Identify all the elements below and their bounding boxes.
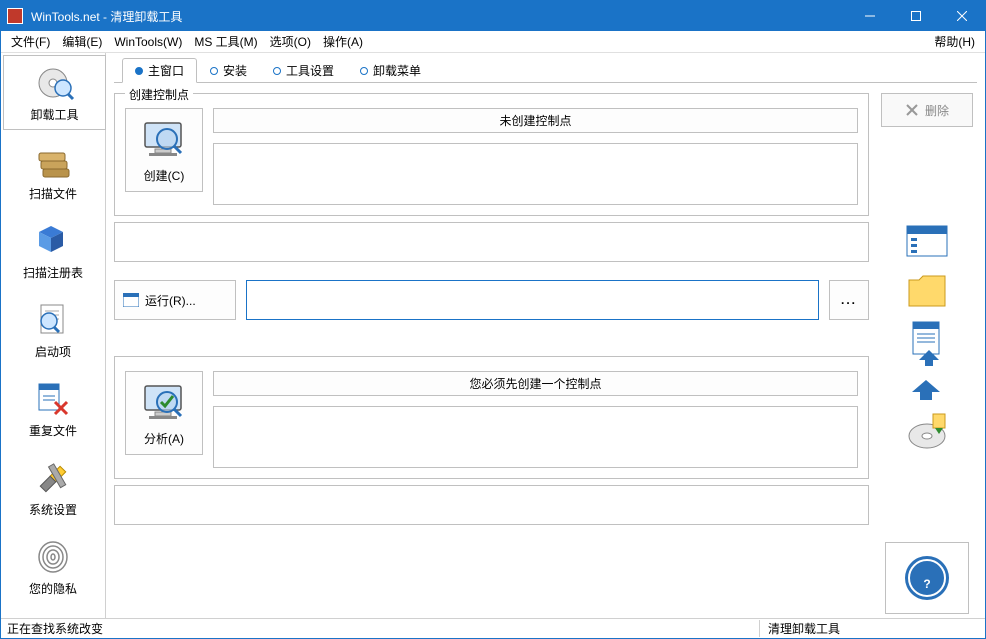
tab-install[interactable]: 安装: [197, 58, 260, 82]
run-button[interactable]: 运行(R)...: [114, 280, 236, 320]
sidebar-item-label: 系统设置: [29, 501, 77, 518]
menu-mstools[interactable]: MS 工具(M): [188, 31, 263, 52]
analyze-status-header: 您必须先创建一个控制点: [213, 371, 858, 396]
create-status-body: [213, 143, 858, 205]
help-icon: ?: [903, 554, 951, 602]
window-icon: [123, 293, 139, 307]
create-button-label: 创建(C): [144, 167, 185, 184]
menu-bar: 文件(F) 编辑(E) WinTools(W) MS 工具(M) 选项(O) 操…: [1, 31, 985, 53]
menu-help[interactable]: 帮助(H): [928, 31, 981, 52]
close-icon: [957, 11, 967, 21]
sidebar-item-label: 扫描文件: [29, 185, 77, 202]
maximize-icon: [911, 11, 921, 21]
sidebar-item-label: 启动项: [35, 343, 71, 360]
menu-edit[interactable]: 编辑(E): [56, 31, 108, 52]
analyze-group: 分析(A) 您必须先创建一个控制点: [114, 356, 869, 479]
tab-label: 卸载菜单: [373, 62, 421, 79]
sidebar: 卸载工具 扫描文件 扫描注册表 启动项 重复文件: [1, 53, 106, 618]
sidebar-item-uninstall[interactable]: 卸载工具: [3, 55, 106, 130]
sidebar-item-duplicates[interactable]: 重复文件: [3, 371, 103, 446]
minimize-button[interactable]: [847, 1, 893, 31]
sidebar-item-scanregistry[interactable]: 扫描注册表: [3, 213, 103, 288]
menu-file[interactable]: 文件(F): [5, 31, 56, 52]
process-diagram: [905, 133, 949, 542]
group-label: 创建控制点: [125, 86, 193, 103]
create-button[interactable]: 创建(C): [125, 108, 203, 192]
maximize-button[interactable]: [893, 1, 939, 31]
tab-indicator-icon: [210, 67, 218, 75]
sidebar-item-startup[interactable]: 启动项: [3, 292, 103, 367]
create-status-header: 未创建控制点: [213, 108, 858, 133]
x-icon: [905, 103, 919, 117]
status-bar: 正在查找系统改变 清理卸载工具: [1, 618, 985, 638]
delete-button[interactable]: 删除: [881, 93, 973, 127]
tabs: 主窗口 安装 工具设置 卸载菜单: [114, 59, 977, 83]
tab-label: 安装: [223, 62, 247, 79]
sidebar-item-label: 扫描注册表: [23, 264, 83, 281]
sidebar-item-scanfiles[interactable]: 扫描文件: [3, 134, 103, 209]
browse-label: ...: [841, 293, 857, 307]
help-button[interactable]: ?: [885, 542, 969, 614]
svg-text:?: ?: [923, 577, 930, 591]
create-controlpoint-group: 创建控制点 创建(C) 未创建控制点: [114, 93, 869, 216]
tab-tool-settings[interactable]: 工具设置: [260, 58, 347, 82]
info-panel-2: [114, 485, 869, 525]
menu-options[interactable]: 选项(O): [264, 31, 317, 52]
arrow-up-icon: [910, 378, 944, 402]
tab-indicator-icon: [135, 67, 143, 75]
window-list-icon: [905, 224, 949, 260]
tab-label: 主窗口: [148, 62, 184, 79]
minimize-icon: [865, 11, 875, 21]
tab-indicator-icon: [273, 67, 281, 75]
sidebar-item-label: 您的隐私: [29, 580, 77, 597]
wrench-icon: [33, 459, 73, 497]
status-left: 正在查找系统改变: [7, 620, 759, 637]
sidebar-item-label: 卸载工具: [30, 106, 78, 123]
menu-operations[interactable]: 操作(A): [317, 31, 369, 52]
folder-icon: [905, 270, 949, 310]
cubes-icon: [33, 222, 73, 260]
tab-uninstall-menu[interactable]: 卸载菜单: [347, 58, 434, 82]
monitor-magnify-icon: [139, 117, 189, 163]
sidebar-item-settings[interactable]: 系统设置: [3, 450, 103, 525]
doc-arrow-icon: [905, 320, 949, 368]
window-title: WinTools.net - 清理卸载工具: [29, 8, 847, 25]
doc-x-icon: [33, 380, 73, 418]
analyze-button[interactable]: 分析(A): [125, 371, 203, 455]
menu-wintools[interactable]: WinTools(W): [108, 33, 188, 51]
disc-install-icon: [905, 412, 949, 452]
analyze-status-body: [213, 406, 858, 468]
run-button-label: 运行(R)...: [145, 292, 196, 309]
doc-magnify-icon: [33, 301, 73, 339]
monitor-check-icon: [139, 380, 189, 426]
title-bar: WinTools.net - 清理卸载工具: [1, 1, 985, 31]
tab-label: 工具设置: [286, 62, 334, 79]
delete-label: 删除: [925, 102, 949, 119]
files-stack-icon: [33, 143, 73, 181]
tab-main-window[interactable]: 主窗口: [122, 58, 197, 83]
close-button[interactable]: [939, 1, 985, 31]
analyze-button-label: 分析(A): [144, 430, 184, 447]
sidebar-item-label: 重复文件: [29, 422, 77, 439]
run-path-input[interactable]: [246, 280, 819, 320]
sidebar-item-privacy[interactable]: 您的隐私: [3, 529, 103, 604]
disc-magnify-icon: [35, 64, 75, 102]
info-panel-1: [114, 222, 869, 262]
tab-indicator-icon: [360, 67, 368, 75]
app-icon: [7, 8, 23, 24]
status-right: 清理卸载工具: [759, 620, 979, 637]
browse-button[interactable]: ...: [829, 280, 869, 320]
fingerprint-icon: [33, 538, 73, 576]
